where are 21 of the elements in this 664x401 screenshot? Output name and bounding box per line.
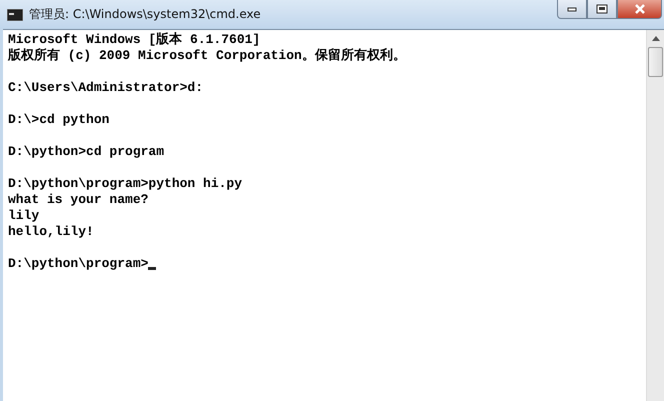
close-icon bbox=[634, 4, 646, 14]
console-line: hello,lily! bbox=[8, 224, 94, 240]
console-line: D:\python\program> bbox=[8, 256, 148, 272]
close-button[interactable] bbox=[617, 0, 662, 19]
console-line: D:\python\program>python hi.py bbox=[8, 176, 242, 192]
vertical-scrollbar[interactable] bbox=[646, 30, 664, 401]
minimize-button[interactable] bbox=[557, 0, 587, 19]
console-line: D:\python>cd program bbox=[8, 144, 164, 160]
console-line: lily bbox=[8, 208, 40, 224]
console-line: 版权所有 (c) 2009 Microsoft Corporation。保留所有权利。 bbox=[8, 48, 406, 64]
maximize-icon bbox=[596, 4, 608, 14]
maximize-button[interactable] bbox=[587, 0, 617, 19]
console-line: D:\>cd python bbox=[8, 112, 110, 128]
window-title: 管理员: C:\Windows\system32\cmd.exe bbox=[29, 6, 261, 23]
console-line: Microsoft Windows [版本 6.1.7601] bbox=[8, 32, 260, 48]
scrollbar-thumb[interactable] bbox=[648, 47, 663, 77]
console-line: what is your name? bbox=[8, 192, 148, 208]
scroll-up-arrow-icon[interactable] bbox=[652, 36, 660, 41]
console-line: C:\Users\Administrator>d: bbox=[8, 80, 204, 96]
console-app-icon bbox=[7, 8, 23, 20]
minimize-icon bbox=[567, 6, 577, 12]
